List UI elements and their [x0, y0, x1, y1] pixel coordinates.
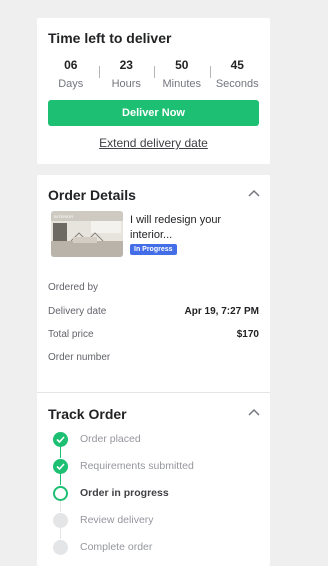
countdown-hours-label: Hours — [111, 78, 141, 90]
countdown-seconds: 45 Seconds — [209, 58, 266, 106]
gig-thumbnail[interactable]: INTERIOR — [51, 211, 123, 257]
track-step-label: Order in progress — [80, 487, 169, 499]
track-step-review-delivery: Review delivery — [53, 512, 258, 528]
track-step-requirements-submitted: Requirements submitted — [53, 458, 258, 474]
chevron-up-icon[interactable] — [248, 189, 260, 197]
track-step-order-placed: Order placed — [53, 431, 258, 447]
countdown-minutes-label: Minutes — [162, 78, 202, 90]
track-order-title: Track Order — [48, 406, 127, 422]
track-step-complete-order: Complete order — [53, 539, 258, 555]
countdown-separator — [154, 66, 155, 78]
order-number-row: Order number — [48, 350, 259, 364]
countdown-title: Time left to deliver — [48, 30, 172, 46]
countdown-minutes-value: 50 — [175, 58, 189, 72]
order-details-title: Order Details — [48, 187, 136, 203]
chevron-up-icon[interactable] — [248, 408, 260, 416]
current-step-icon — [53, 485, 68, 501]
section-divider — [37, 392, 270, 393]
delivery-countdown-card: Time left to deliver 06 Days 23 Hours 50… — [37, 18, 270, 164]
order-details-card: Order Details INTERIOR I will redesign y… — [37, 175, 270, 566]
countdown-separator — [209, 66, 211, 78]
countdown-days-label: Days — [58, 78, 84, 90]
countdown-separator — [98, 66, 100, 78]
progress-connector — [60, 500, 61, 512]
deliver-now-button[interactable]: Deliver Now — [48, 100, 259, 126]
check-icon — [53, 431, 68, 447]
delivery-date-label: Delivery date — [48, 305, 107, 317]
ordered-by-row: Ordered by — [48, 280, 259, 294]
countdown-minutes: 50 Minutes — [154, 58, 210, 106]
track-step-label: Review delivery — [80, 514, 154, 526]
countdown-hours-value: 23 — [119, 58, 133, 72]
ordered-by-label: Ordered by — [48, 281, 99, 293]
track-step-label: Requirements submitted — [80, 460, 194, 472]
track-step-order-in-progress: Order in progress — [53, 485, 258, 501]
countdown-days-value: 06 — [64, 58, 78, 72]
countdown-days: 06 Days — [43, 58, 99, 106]
total-price-row: Total price $170 — [48, 327, 259, 341]
progress-connector — [60, 473, 61, 485]
countdown-seconds-label: Seconds — [215, 78, 259, 90]
track-step-label: Complete order — [80, 541, 153, 553]
delivery-date-value: Apr 19, 7:27 PM — [184, 305, 259, 317]
total-price-value: $170 — [236, 328, 259, 340]
extend-delivery-date-link[interactable]: Extend delivery date — [37, 136, 270, 150]
track-step-label: Order placed — [80, 433, 141, 445]
countdown-hours: 23 Hours — [98, 58, 155, 106]
order-number-label: Order number — [48, 351, 111, 363]
countdown-seconds-value: 45 — [230, 58, 244, 72]
total-price-label: Total price — [48, 328, 94, 340]
status-badge: In Progress — [130, 244, 177, 255]
pending-step-icon — [53, 539, 68, 555]
progress-connector — [60, 446, 61, 458]
check-icon — [53, 458, 68, 474]
pending-step-icon — [53, 512, 68, 528]
countdown-timer: 06 Days 23 Hours 50 Minutes 45 Seconds — [43, 58, 265, 106]
progress-connector — [60, 527, 61, 539]
delivery-date-row: Delivery date Apr 19, 7:27 PM — [48, 304, 259, 318]
gig-title[interactable]: I will redesign your interior... — [130, 213, 260, 243]
svg-text:INTERIOR: INTERIOR — [54, 214, 73, 219]
